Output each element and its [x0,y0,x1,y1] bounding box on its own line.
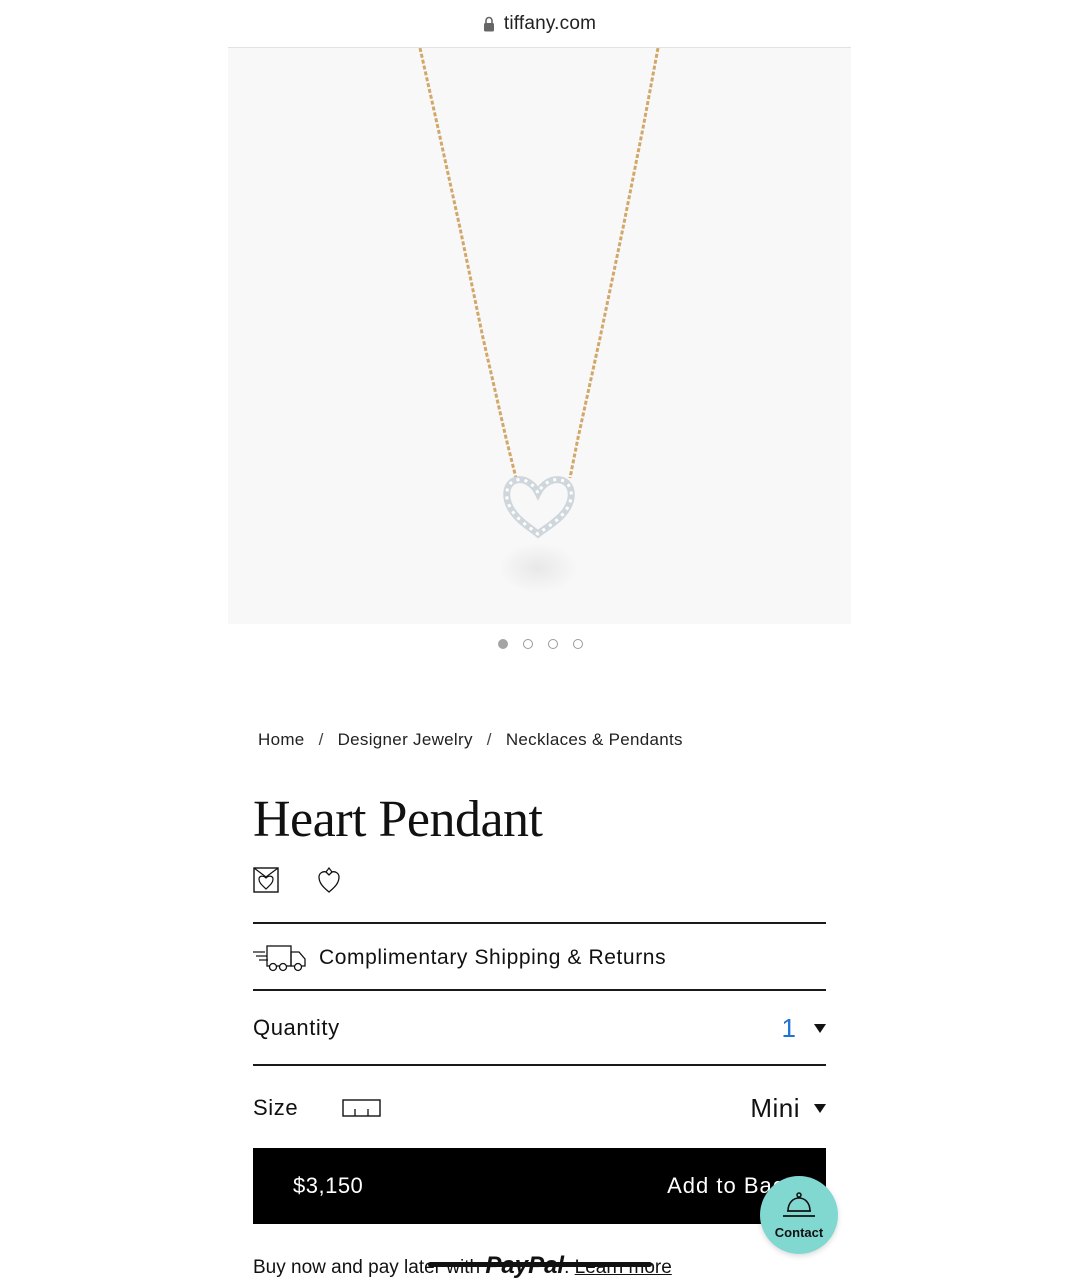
size-selector[interactable]: Size Mini [253,1088,826,1128]
delivery-truck-icon [253,945,306,972]
pendant-illustration [418,48,660,593]
product-actions [253,866,341,894]
shipping-label: Complimentary Shipping & Returns [319,946,667,969]
breadcrumb-separator: / [486,730,492,749]
page-title: Heart Pendant [253,791,543,848]
url-text: tiffany.com [503,12,597,34]
carousel-dot-2[interactable] [522,639,533,649]
contact-label: Contact [774,1224,824,1240]
add-to-bag-button[interactable]: $3,150 Add to Bag [253,1148,826,1224]
address-bar[interactable]: tiffany.com [228,0,851,48]
paypal-prefix: Buy now and pay later with [253,1257,481,1278]
shipping-returns-row[interactable]: Complimentary Shipping & Returns [253,938,826,978]
service-bell-icon [783,1191,815,1217]
carousel-dot-3[interactable] [547,639,558,649]
breadcrumb-designer-jewelry[interactable]: Designer Jewelry [338,730,473,750]
size-label: Size [253,1095,299,1120]
chevron-down-icon[interactable] [814,1103,826,1113]
divider [253,989,826,991]
price: $3,150 [293,1173,364,1198]
wishlist-heart-icon[interactable] [317,866,341,894]
quantity-label: Quantity [253,1015,340,1040]
divider [253,1064,826,1066]
size-guide-icon[interactable] [342,1098,382,1118]
home-indicator[interactable] [428,1262,652,1267]
gift-box-icon[interactable] [253,867,279,893]
contact-button[interactable]: Contact [760,1176,838,1254]
paypal-learn-more-link[interactable]: Learn more [575,1257,672,1278]
paypal-suffix: . [564,1257,570,1278]
breadcrumb-necklaces-pendants[interactable]: Necklaces & Pendants [506,730,683,750]
lock-icon [483,16,494,31]
product-image[interactable] [228,48,851,624]
carousel-dots [0,639,1080,649]
carousel-dot-1[interactable] [497,639,508,649]
breadcrumb-home[interactable]: Home [258,730,305,750]
quantity-value[interactable]: 1 [782,1013,796,1044]
divider [253,922,826,924]
breadcrumb: Home / Designer Jewelry / Necklaces & Pe… [258,730,683,750]
size-value[interactable]: Mini [750,1093,800,1124]
chevron-down-icon[interactable] [814,1023,826,1033]
carousel-dot-4[interactable] [572,639,583,649]
quantity-selector[interactable]: Quantity 1 [253,1008,826,1048]
breadcrumb-separator: / [318,730,324,749]
